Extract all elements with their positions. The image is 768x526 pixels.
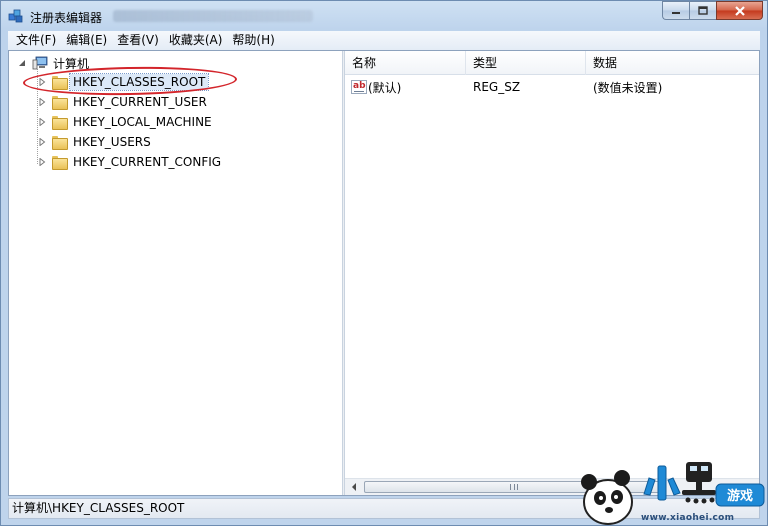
menu-edit[interactable]: 编辑(E) [61, 31, 112, 50]
value-row[interactable]: ab (默认) REG_SZ (数值未设置) [345, 78, 759, 96]
value-name: (默认) [368, 80, 402, 95]
folder-icon [52, 136, 68, 150]
scroll-left-button[interactable] [345, 479, 362, 495]
value-list-pane[interactable]: 名称 类型 数据 ab (默认) REG_SZ (数值未设置) [345, 51, 759, 495]
content-area: 计算机 HKEY_CLASSES_ROOT HKEY_CURRENT_USER … [8, 50, 760, 496]
value-type: REG_SZ [473, 80, 521, 94]
close-icon [734, 5, 745, 16]
tree-item-hkey-users[interactable]: HKEY_USERS [38, 132, 151, 152]
window-title: 注册表编辑器 [30, 11, 103, 25]
menu-view[interactable]: 查看(V) [112, 31, 164, 50]
tree-item-label: HKEY_USERS [73, 135, 151, 149]
scroll-left-arrow-icon [351, 483, 356, 491]
minimize-icon [672, 11, 680, 14]
expand-arrow-icon[interactable] [38, 158, 46, 166]
folder-icon [52, 116, 68, 130]
key-tree-pane[interactable]: 计算机 HKEY_CLASSES_ROOT HKEY_CURRENT_USER … [9, 51, 342, 495]
tree-item-label: HKEY_CURRENT_USER [73, 95, 207, 109]
folder-icon [52, 156, 68, 170]
column-header-data[interactable]: 数据 [586, 51, 759, 75]
maximize-icon [698, 6, 708, 15]
folder-icon [52, 96, 68, 110]
column-header-type[interactable]: 类型 [466, 51, 586, 75]
value-name-cell: ab (默认) [345, 79, 466, 96]
value-data: (数值未设置) [593, 80, 663, 95]
minimize-button[interactable] [662, 1, 689, 20]
string-value-icon: ab [351, 80, 367, 94]
scrollbar-grip-icon [510, 484, 518, 490]
menu-file[interactable]: 文件(F) [11, 31, 61, 50]
watermark-url: www.xiaohei.com [641, 513, 735, 523]
collapse-arrow-icon[interactable] [18, 59, 26, 67]
column-header-name[interactable]: 名称 [345, 51, 466, 75]
expand-arrow-icon[interactable] [38, 98, 46, 106]
tree-item-label: HKEY_LOCAL_MACHINE [73, 115, 212, 129]
registry-editor-icon [8, 9, 23, 23]
title-bar[interactable]: 注册表编辑器 [1, 1, 767, 31]
computer-icon [32, 56, 48, 70]
menu-bar: 文件(F) 编辑(E) 查看(V) 收藏夹(A) 帮助(H) [8, 31, 760, 50]
svg-text:游戏: 游戏 [727, 488, 753, 504]
expand-arrow-icon[interactable] [38, 138, 46, 146]
list-header: 名称 类型 数据 [345, 51, 759, 75]
menu-favorites[interactable]: 收藏夹(A) [164, 31, 228, 50]
maximize-button[interactable] [689, 1, 716, 20]
blurred-title-text [113, 10, 313, 22]
tree-item-hkey-current-config[interactable]: HKEY_CURRENT_CONFIG [38, 152, 221, 172]
registry-editor-window: 注册表编辑器 文件(F) 编辑(E) 查看(V) 收藏夹(A) 帮助(H) 计算… [0, 0, 768, 526]
tree-item-label: HKEY_CURRENT_CONFIG [73, 155, 222, 169]
tree-item-hkey-local-machine[interactable]: HKEY_LOCAL_MACHINE [38, 112, 212, 132]
menu-help[interactable]: 帮助(H) [227, 31, 279, 50]
expand-arrow-icon[interactable] [38, 118, 46, 126]
close-button[interactable] [716, 1, 763, 20]
